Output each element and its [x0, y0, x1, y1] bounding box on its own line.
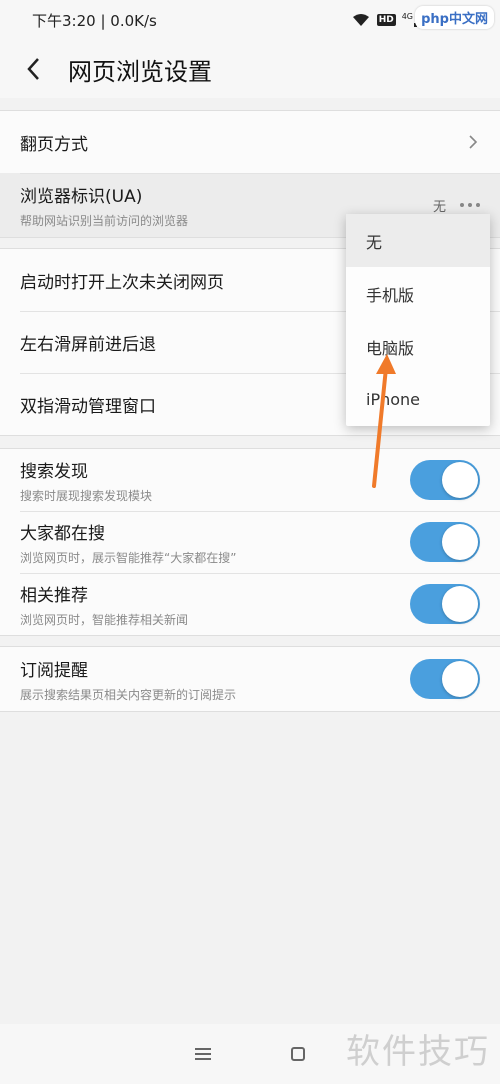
- subscription-toggle[interactable]: [410, 659, 480, 699]
- watermark: 软件技巧: [346, 1032, 490, 1072]
- back-icon[interactable]: [8, 40, 58, 98]
- chevron-right-icon: [469, 135, 478, 149]
- network-type: 4G: [401, 12, 413, 21]
- home-icon[interactable]: [291, 1047, 305, 1061]
- setting-description: 浏览网页时，展示智能推荐“大家都在搜”: [20, 550, 237, 565]
- site-logo: php中文网: [415, 6, 494, 29]
- setting-related-recommend: 相关推荐 浏览网页时，智能推荐相关新闻: [0, 573, 500, 635]
- more-icon[interactable]: [460, 203, 480, 207]
- annotation-arrow-icon: [372, 354, 396, 488]
- page-title: 网页浏览设置: [68, 57, 212, 86]
- ua-current-value: 无: [432, 199, 446, 215]
- wifi-icon: [351, 13, 371, 27]
- setting-page-turn[interactable]: 翻页方式: [0, 111, 500, 173]
- setting-search-discover: 搜索发现 搜索时展现搜索发现模块: [0, 449, 500, 511]
- setting-label: 搜索发现: [20, 461, 88, 482]
- title-bar: 网页浏览设置: [0, 40, 500, 98]
- menu-icon[interactable]: [195, 1048, 211, 1060]
- setting-label: 浏览器标识(UA): [20, 186, 143, 207]
- setting-label: 翻页方式: [20, 134, 88, 155]
- ua-option-none[interactable]: 无: [346, 214, 490, 267]
- setting-subscription: 订阅提醒 展示搜索结果页相关内容更新的订阅提示: [0, 647, 500, 711]
- status-time: 下午3:20 | 0.0K/s: [32, 11, 157, 30]
- hd-icon: HD: [376, 14, 396, 26]
- settings-group-subscription: 订阅提醒 展示搜索结果页相关内容更新的订阅提示: [0, 646, 500, 712]
- settings-group-recommend: 搜索发现 搜索时展现搜索发现模块 大家都在搜 浏览网页时，展示智能推荐“大家都在…: [0, 448, 500, 636]
- search-discover-toggle[interactable]: [410, 460, 480, 500]
- setting-label: 相关推荐: [20, 585, 88, 606]
- setting-everyone-search: 大家都在搜 浏览网页时，展示智能推荐“大家都在搜”: [0, 511, 500, 573]
- everyone-search-toggle[interactable]: [410, 522, 480, 562]
- ua-option-mobile[interactable]: 手机版: [346, 267, 490, 320]
- setting-description: 展示搜索结果页相关内容更新的订阅提示: [20, 687, 237, 702]
- related-recommend-toggle[interactable]: [410, 584, 480, 624]
- setting-label: 大家都在搜: [20, 523, 105, 544]
- setting-label: 订阅提醒: [20, 660, 88, 681]
- setting-description: 浏览网页时，智能推荐相关新闻: [20, 612, 189, 627]
- setting-description: 搜索时展现搜索发现模块: [20, 488, 153, 503]
